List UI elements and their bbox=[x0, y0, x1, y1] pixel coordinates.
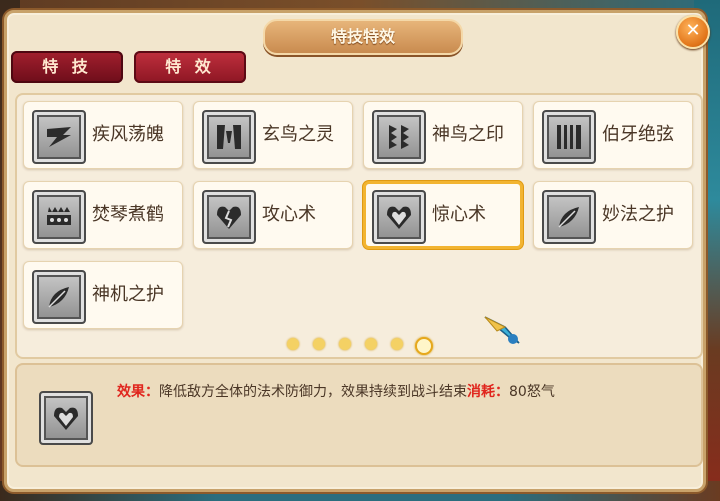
page-dot-active[interactable] bbox=[415, 337, 433, 355]
skill-card-selected[interactable]: 惊心术 bbox=[363, 181, 523, 249]
divine-bird-seal-icon bbox=[372, 110, 426, 164]
skill-name: 妙法之护 bbox=[602, 204, 674, 225]
skill-card[interactable]: 神鸟之印 bbox=[363, 101, 523, 169]
skill-name: 惊心术 bbox=[432, 204, 486, 225]
skill-name: 伯牙绝弦 bbox=[602, 124, 674, 145]
broken-heart-icon bbox=[202, 190, 256, 244]
description-text: 效果：降低敌方全体的法术防御力，效果持续到战斗结束消耗：80怒气 bbox=[117, 381, 555, 401]
heart-shock-icon bbox=[39, 391, 93, 445]
close-button[interactable]: ✕ bbox=[676, 15, 710, 49]
crystal-cursor-icon bbox=[484, 316, 520, 344]
skill-card[interactable]: 伯牙绝弦 bbox=[533, 101, 693, 169]
heart-shock-icon bbox=[372, 190, 426, 244]
mystic-bird-icon bbox=[202, 110, 256, 164]
effect-text: 降低敌方全体的法术防御力，效果持续到战斗结束 bbox=[159, 384, 467, 400]
zither-strings-icon bbox=[542, 110, 596, 164]
effect-label: 效果： bbox=[117, 384, 159, 400]
skill-name: 神鸟之印 bbox=[432, 124, 504, 145]
burning-zither-icon bbox=[32, 190, 86, 244]
tab-special-skill[interactable]: 特 技 bbox=[11, 51, 123, 83]
page-dot[interactable] bbox=[339, 338, 351, 350]
skill-card[interactable]: 焚琴煮鹤 bbox=[23, 181, 183, 249]
skill-card[interactable]: 攻心术 bbox=[193, 181, 353, 249]
skill-card[interactable]: 妙法之护 bbox=[533, 181, 693, 249]
skill-card[interactable]: 玄鸟之灵 bbox=[193, 101, 353, 169]
skill-grid: 疾风荡魄 玄鸟之灵 神鸟之印 伯牙绝弦 焚琴煮鹤 攻心术 惊心术 妙法之护 神机… bbox=[15, 93, 703, 359]
feather-guard-icon bbox=[32, 270, 86, 324]
tab-special-effect[interactable]: 特 效 bbox=[134, 51, 246, 83]
wind-blade-icon bbox=[32, 110, 86, 164]
cost-value: 80怒气 bbox=[509, 384, 555, 400]
feather-shield-icon bbox=[542, 190, 596, 244]
effect-description: 效果：降低敌方全体的法术防御力，效果持续到战斗结束消耗：80怒气 bbox=[15, 363, 703, 467]
page-dot[interactable] bbox=[287, 338, 299, 350]
skill-card[interactable]: 疾风荡魄 bbox=[23, 101, 183, 169]
cost-label: 消耗： bbox=[467, 384, 509, 400]
skill-effects-panel: 特技特效 特 技 特 效 疾风荡魄 玄鸟之灵 神鸟之印 伯牙绝弦 焚琴煮鹤 攻心… bbox=[4, 10, 706, 492]
window-title: 特技特效 bbox=[263, 19, 463, 55]
skill-name: 疾风荡魄 bbox=[92, 124, 164, 145]
page-dot[interactable] bbox=[313, 338, 325, 350]
skill-name: 玄鸟之灵 bbox=[262, 124, 334, 145]
page-dot[interactable] bbox=[391, 338, 403, 350]
skill-card[interactable]: 神机之护 bbox=[23, 261, 183, 329]
skill-name: 神机之护 bbox=[92, 284, 164, 305]
page-dot[interactable] bbox=[365, 338, 377, 350]
skill-name: 攻心术 bbox=[262, 204, 316, 225]
skill-name: 焚琴煮鹤 bbox=[92, 204, 164, 225]
